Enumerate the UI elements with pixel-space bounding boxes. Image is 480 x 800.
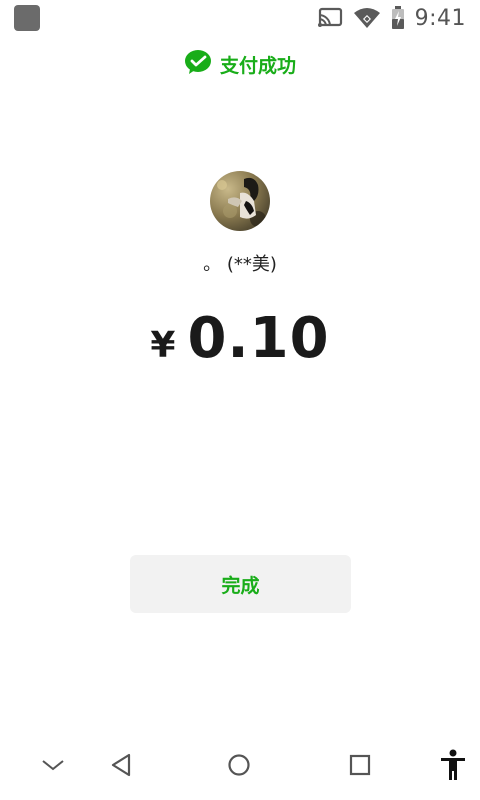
navigation-bar bbox=[0, 740, 480, 790]
done-button[interactable]: 完成 bbox=[130, 555, 351, 613]
status-bar: 9:41 bbox=[0, 0, 480, 36]
currency-symbol: ¥ bbox=[150, 325, 176, 366]
back-icon[interactable] bbox=[104, 740, 138, 790]
cast-icon bbox=[317, 7, 343, 29]
payment-success-screen: 9:41 支付成功 。 (**美) ¥ 0.10 完成 bbox=[0, 0, 480, 800]
recents-icon[interactable] bbox=[343, 740, 377, 790]
home-icon[interactable] bbox=[222, 740, 256, 790]
avatar[interactable] bbox=[210, 171, 270, 231]
amount-row: ¥ 0.10 bbox=[0, 306, 480, 376]
chevron-down-icon[interactable] bbox=[36, 740, 70, 790]
status-icons: 9:41 bbox=[317, 3, 466, 33]
header: 支付成功 bbox=[0, 48, 480, 80]
accessibility-icon[interactable] bbox=[436, 740, 470, 790]
page-title: 支付成功 bbox=[219, 54, 296, 77]
wifi-icon bbox=[353, 7, 381, 29]
wechat-pay-icon bbox=[184, 49, 212, 80]
amount-value: 0.10 bbox=[187, 306, 330, 371]
battery-charging-icon bbox=[391, 6, 405, 30]
payee-name: 。 (**美) bbox=[203, 254, 277, 275]
status-time: 9:41 bbox=[414, 5, 466, 31]
app-notification-icon bbox=[14, 5, 40, 31]
